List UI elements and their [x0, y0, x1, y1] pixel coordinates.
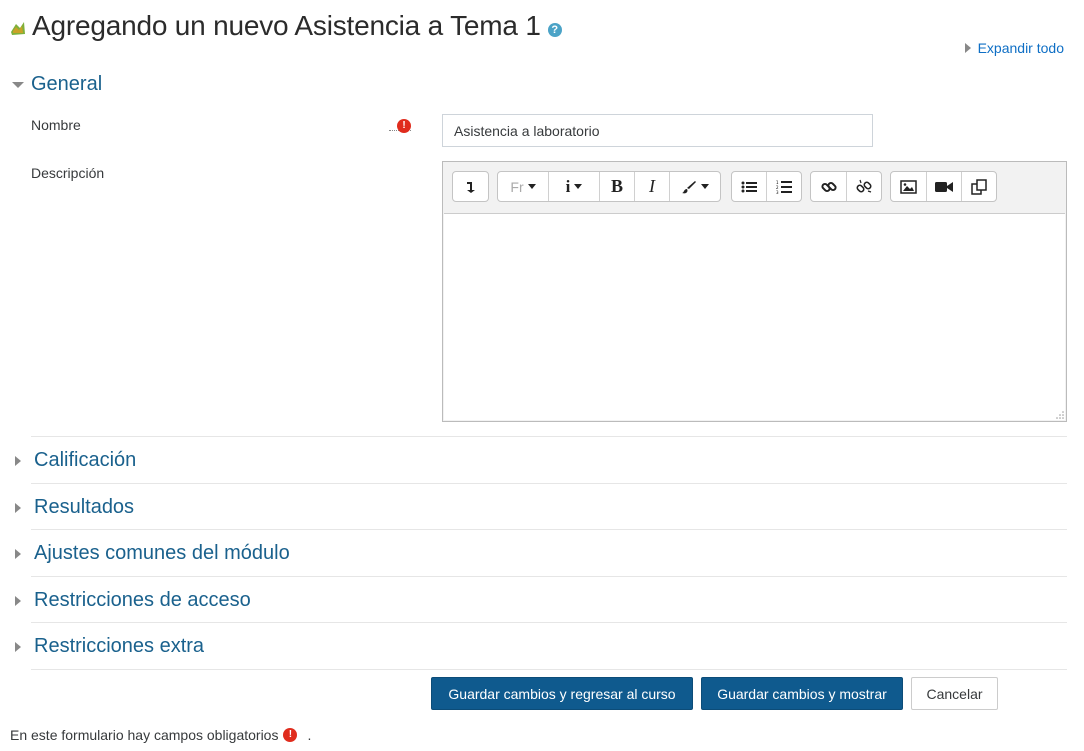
toolbar-group-format: Fr i B I [497, 171, 721, 202]
section-title-ajustes: Ajustes comunes del módulo [34, 542, 290, 564]
section-title-general: General [31, 73, 103, 95]
required-note-period: . [307, 727, 312, 743]
divider [31, 669, 1067, 670]
copy-icon[interactable] [962, 172, 996, 201]
attendance-icon [11, 22, 25, 35]
divider [31, 529, 1067, 530]
expand-arrow-icon [15, 548, 21, 559]
video-icon[interactable] [927, 172, 962, 201]
info-icon[interactable]: i [549, 172, 600, 201]
bullet-list-icon[interactable] [732, 172, 767, 201]
section-restricciones-extra[interactable]: Restricciones extra [12, 635, 204, 658]
required-icon: ! [397, 119, 411, 133]
save-display-button[interactable]: Guardar cambios y mostrar [701, 677, 903, 710]
section-title-resultados: Resultados [34, 496, 135, 518]
collapse-arrow-icon [12, 81, 24, 88]
expand-arrow-icon [15, 502, 21, 513]
toolbar-group-links [810, 171, 882, 202]
section-resultados[interactable]: Resultados [12, 496, 134, 519]
description-editor: Fr i B I 123 [442, 161, 1067, 422]
expand-arrow-icon [15, 455, 21, 466]
save-return-button[interactable]: Guardar cambios y regresar al curso [431, 677, 693, 710]
bold-label: B [610, 176, 623, 196]
brush-icon[interactable] [670, 172, 720, 201]
toolbar-group-lists: 123 [731, 171, 802, 202]
expand-arrow-icon [15, 641, 21, 652]
required-icon: ! [283, 728, 298, 742]
divider [31, 576, 1067, 577]
bold-icon[interactable]: B [600, 172, 635, 201]
section-ajustes-comunes[interactable]: Ajustes comunes del módulo [12, 542, 290, 565]
expand-all-label: Expandir todo [977, 40, 1064, 56]
svg-text:3: 3 [776, 190, 779, 194]
divider [31, 483, 1067, 484]
editor-toolbar: Fr i B I 123 [443, 162, 1066, 212]
required-note-text: En este formulario hay campos obligatori… [10, 727, 279, 743]
page-title-text: Agregando un nuevo Asistencia a Tema 1 [32, 10, 541, 41]
section-restricciones-acceso[interactable]: Restricciones de acceso [12, 589, 251, 612]
expand-arrow-icon [15, 595, 21, 606]
nombre-label: Nombre [31, 117, 81, 133]
section-title-restricciones-acceso: Restricciones de acceso [34, 589, 251, 611]
toolbar-group-toggle [452, 171, 489, 202]
resize-grip-icon[interactable] [1056, 411, 1064, 419]
toggle-toolbar-icon[interactable] [453, 172, 488, 201]
descripcion-label: Descripción [31, 165, 105, 181]
link-icon[interactable] [811, 172, 847, 201]
italic-label: I [649, 176, 655, 196]
toolbar-group-media [890, 171, 997, 202]
image-icon[interactable] [891, 172, 927, 201]
editor-content-area[interactable] [444, 213, 1065, 420]
section-general[interactable]: General [12, 73, 102, 96]
help-icon[interactable]: ? [547, 23, 562, 37]
info-label: i [565, 176, 571, 196]
nombre-input[interactable] [442, 114, 873, 147]
expand-all-link[interactable]: Expandir todo [964, 40, 1064, 56]
page-title: Agregando un nuevo Asistencia a Tema 1 ? [8, 6, 562, 46]
cancel-button[interactable]: Cancelar [911, 677, 998, 710]
expand-arrow-icon [964, 43, 971, 53]
section-calificacion[interactable]: Calificación [12, 449, 136, 472]
section-title-restricciones-extra: Restricciones extra [34, 635, 205, 657]
unlink-icon[interactable] [847, 172, 881, 201]
divider [31, 622, 1067, 623]
font-family-label: Fr [510, 178, 524, 195]
section-title-calificacion: Calificación [34, 449, 137, 471]
required-fields-note: En este formulario hay campos obligatori… [10, 727, 311, 743]
divider [31, 436, 1067, 437]
italic-icon[interactable]: I [635, 172, 670, 201]
font-family-icon[interactable]: Fr [498, 172, 549, 201]
numbered-list-icon[interactable]: 123 [767, 172, 801, 201]
